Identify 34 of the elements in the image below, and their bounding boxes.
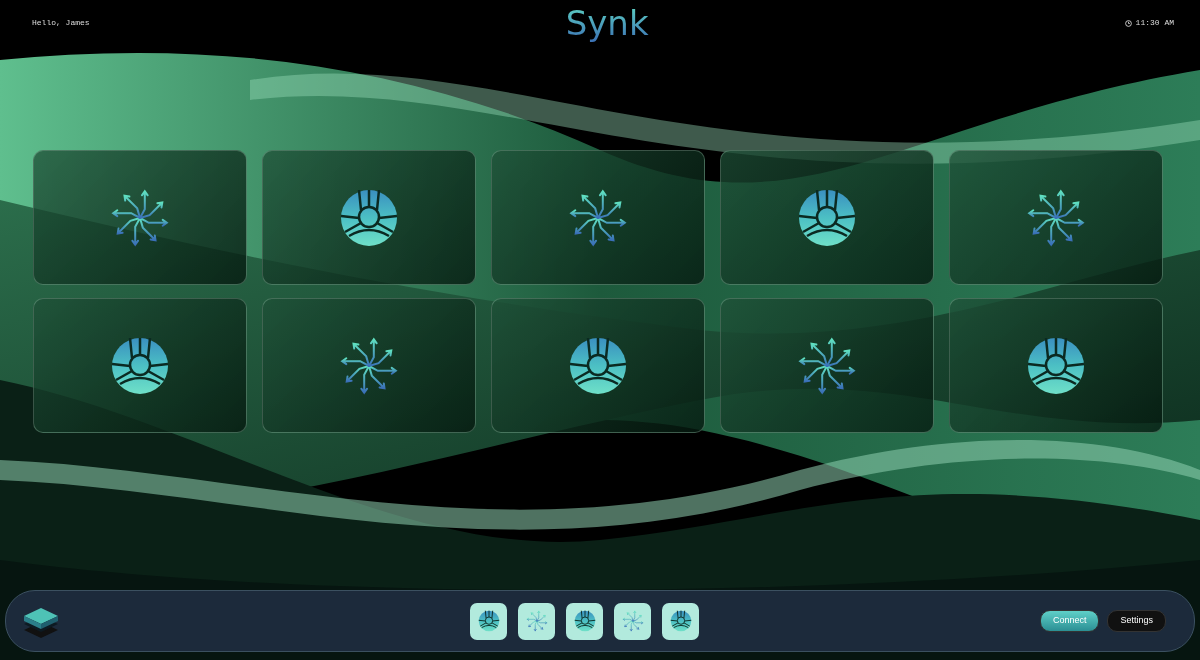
segmented-orb-icon [1026, 335, 1086, 396]
app-tile[interactable] [491, 150, 705, 285]
app-tile[interactable] [949, 298, 1163, 433]
greeting-text: Hello, James [32, 17, 90, 29]
segmented-orb-icon [477, 610, 500, 632]
dock-app-button[interactable] [566, 602, 604, 640]
time-text: 11:30 AM [1135, 17, 1174, 29]
dock-app-button[interactable] [518, 602, 556, 640]
dock-app-button[interactable] [470, 602, 508, 640]
app-tile[interactable] [720, 298, 934, 433]
app-tile[interactable] [491, 298, 705, 433]
app-tile[interactable] [33, 298, 247, 433]
settings-button[interactable]: Settings [1107, 610, 1166, 632]
dock-app-button[interactable] [614, 602, 652, 640]
arrows-burst-icon [110, 187, 170, 248]
arrows-burst-icon [797, 335, 857, 396]
segmented-orb-icon [573, 610, 596, 632]
segmented-orb-icon [339, 187, 399, 248]
app-tile[interactable] [949, 150, 1163, 285]
arrows-burst-icon [568, 187, 628, 248]
arrows-burst-icon [339, 335, 399, 396]
arrows-burst-icon [621, 610, 644, 632]
app-tile[interactable] [262, 298, 476, 433]
dock-app-button[interactable] [662, 602, 700, 640]
app-tile[interactable] [720, 150, 934, 285]
clock-icon [1124, 19, 1132, 27]
segmented-orb-icon [110, 335, 170, 396]
segmented-orb-icon [669, 610, 692, 632]
arrows-burst-icon [525, 610, 548, 632]
arrows-burst-icon [1026, 187, 1086, 248]
app-tile[interactable] [262, 150, 476, 285]
segmented-orb-icon [797, 187, 857, 248]
app-tile[interactable] [33, 150, 247, 285]
segmented-orb-icon [568, 335, 628, 396]
